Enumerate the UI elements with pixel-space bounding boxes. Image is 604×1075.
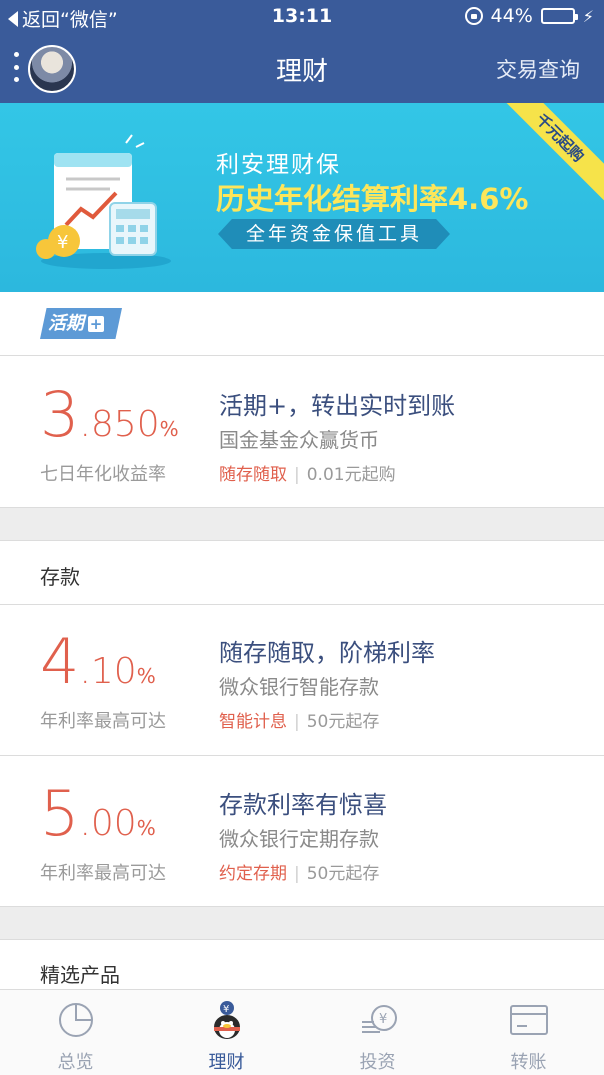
divider xyxy=(0,507,604,508)
transaction-query-button[interactable]: 交易查询 xyxy=(496,54,580,84)
tab-transfer[interactable]: 转账 xyxy=(453,990,604,1075)
nav-bar: 理财 交易查询 xyxy=(0,34,604,103)
rate-dec: .10 xyxy=(79,651,137,692)
finance-illustration-icon: ¥ xyxy=(36,134,171,269)
rate-dec: .00 xyxy=(79,803,137,844)
tab-overview[interactable]: 总览 xyxy=(0,990,151,1075)
product-highlight: 智能计息 xyxy=(219,712,287,732)
banner-product-name: 利安理财保 xyxy=(216,152,341,178)
charging-bolt-icon: ⚡ xyxy=(582,6,594,26)
svg-text:¥: ¥ xyxy=(57,232,68,253)
divider xyxy=(0,906,604,907)
product-subtitle: 微众银行定期存款 xyxy=(219,827,379,851)
svg-text:¥: ¥ xyxy=(223,1004,229,1015)
status-bar: 返回“微信” 13:11 44% ⚡ xyxy=(0,0,604,34)
tab-bar: 总览 ¥ 理财 ¥ 投资 转账 xyxy=(0,989,604,1075)
penguin-coin-icon: ¥ xyxy=(214,1001,240,1039)
rate-dec: .850 xyxy=(79,404,160,445)
tab-invest[interactable]: ¥ 投资 xyxy=(302,990,453,1075)
product-min-amount: 50元起存 xyxy=(306,864,380,884)
product-tags: 约定存期 | 50元起存 xyxy=(219,864,380,884)
rate-label: 年利率最高可达 xyxy=(40,711,166,732)
product-highlight: 约定存期 xyxy=(219,864,287,884)
huoqi-tag: 活期 + xyxy=(40,308,122,339)
top-bar: 返回“微信” 13:11 44% ⚡ 理财 交易查询 xyxy=(0,0,604,103)
section-title-deposit: 存款 xyxy=(40,565,80,589)
rate-value: 3.850% xyxy=(40,378,179,451)
rate-unit: % xyxy=(159,417,179,441)
section-title-featured: 精选产品 xyxy=(40,963,120,987)
banner-pill: 全年资金保值工具 xyxy=(218,219,450,249)
product-card-huoqi[interactable]: 3.850% 七日年化收益率 活期+，转出实时到账 国金基金众赢货币 随存随取 |… xyxy=(0,358,604,508)
tab-wealth[interactable]: ¥ 理财 xyxy=(151,990,302,1075)
coins-icon: ¥ xyxy=(362,1005,397,1033)
tab-label: 理财 xyxy=(208,1052,245,1073)
divider xyxy=(0,355,604,356)
rate-int: 3 xyxy=(40,378,80,451)
product-card-fixed-deposit[interactable]: 5.00% 年利率最高可达 存款利率有惊喜 微众银行定期存款 约定存期 | 50元起… xyxy=(0,757,604,907)
rate-value: 5.00% xyxy=(40,777,156,850)
huoqi-tag-label: 活期 xyxy=(48,313,84,334)
product-title: 随存随取，阶梯利率 xyxy=(219,639,435,667)
product-highlight: 随存随取 xyxy=(219,465,287,485)
status-right: 44% ⚡ xyxy=(464,5,594,27)
plus-icon: + xyxy=(88,315,104,333)
rate-label: 七日年化收益率 xyxy=(40,464,166,485)
rate-unit: % xyxy=(136,816,156,840)
rate-int: 4 xyxy=(40,625,80,698)
promo-banner[interactable]: ¥ 利安理财保 历史年化结算利率4.6% 全年资金保值工具 千元起购 xyxy=(0,103,604,292)
banner-rate-headline: 历史年化结算利率4.6% xyxy=(216,182,529,216)
battery-icon xyxy=(540,8,578,24)
rate-unit: % xyxy=(136,664,156,688)
rotation-lock-icon xyxy=(464,7,483,25)
product-min-amount: 0.01元起购 xyxy=(306,465,396,485)
tab-label: 转账 xyxy=(510,1052,547,1073)
rate-value: 4.10% xyxy=(40,625,156,698)
battery-percent: 44% xyxy=(490,5,533,27)
svg-text:¥: ¥ xyxy=(379,1012,387,1027)
product-tags: 智能计息 | 50元起存 xyxy=(219,712,380,732)
product-card-smart-deposit[interactable]: 4.10% 年利率最高可达 随存随取，阶梯利率 微众银行智能存款 智能计息 | 50… xyxy=(0,605,604,755)
product-subtitle: 微众银行智能存款 xyxy=(219,675,379,699)
card-icon xyxy=(510,1005,548,1035)
product-min-amount: 50元起存 xyxy=(306,712,380,732)
rate-int: 5 xyxy=(40,777,80,850)
tab-label: 投资 xyxy=(359,1052,396,1073)
pie-chart-icon xyxy=(59,1003,93,1037)
product-tags: 随存随取 | 0.01元起购 xyxy=(219,465,396,485)
rate-label: 年利率最高可达 xyxy=(40,863,166,884)
tab-label: 总览 xyxy=(57,1052,94,1073)
divider xyxy=(0,755,604,756)
product-subtitle: 国金基金众赢货币 xyxy=(219,428,379,452)
product-title: 活期+，转出实时到账 xyxy=(219,392,456,420)
product-title: 存款利率有惊喜 xyxy=(219,791,387,819)
